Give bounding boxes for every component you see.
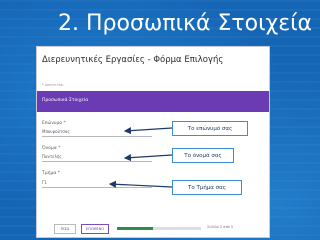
- class-input[interactable]: Γ1: [42, 179, 152, 188]
- annotation-surname: Το επώνυμό σας: [172, 121, 248, 136]
- section-header: Προσωπικά Στοιχεία: [37, 91, 269, 112]
- name-value: Παντελής: [42, 154, 62, 159]
- class-value: Γ1: [42, 180, 47, 185]
- form-title: Διερευνητικές Εργασίες - Φόρμα Επιλογής: [42, 55, 224, 65]
- name-input[interactable]: Παντελής: [42, 153, 152, 162]
- section-title: Προσωπικά Στοιχεία: [42, 98, 89, 103]
- page-indicator: Σελίδα 2 από 5: [207, 225, 234, 229]
- surname-value: Μπουρούτσας: [42, 129, 70, 134]
- progress-bar: [117, 227, 201, 230]
- form-footer: ΠΙΣΩ ΕΠΟΜΕΝΟ Σελίδα 2 από 5: [37, 219, 269, 237]
- field-label-surname: Επώνυμο *: [42, 121, 66, 126]
- progress-fill: [117, 227, 154, 230]
- required-note: * Απαιτείται: [42, 83, 64, 87]
- form-screenshot: Διερευνητικές Εργασίες - Φόρμα Επιλογής …: [36, 46, 270, 238]
- slide-title: 2. Προσωπικά Στοιχεία: [58, 11, 313, 36]
- field-label-class: Τμήμα *: [42, 171, 60, 176]
- annotation-class: Το Τμήμα σας: [172, 180, 242, 195]
- surname-input[interactable]: Μπουρούτσας: [42, 128, 152, 137]
- annotation-name: Το όνομά σας: [172, 148, 234, 163]
- back-button[interactable]: ΠΙΣΩ: [54, 224, 76, 234]
- field-label-name: Όνομα *: [42, 146, 61, 151]
- next-button[interactable]: ΕΠΟΜΕΝΟ: [81, 224, 109, 234]
